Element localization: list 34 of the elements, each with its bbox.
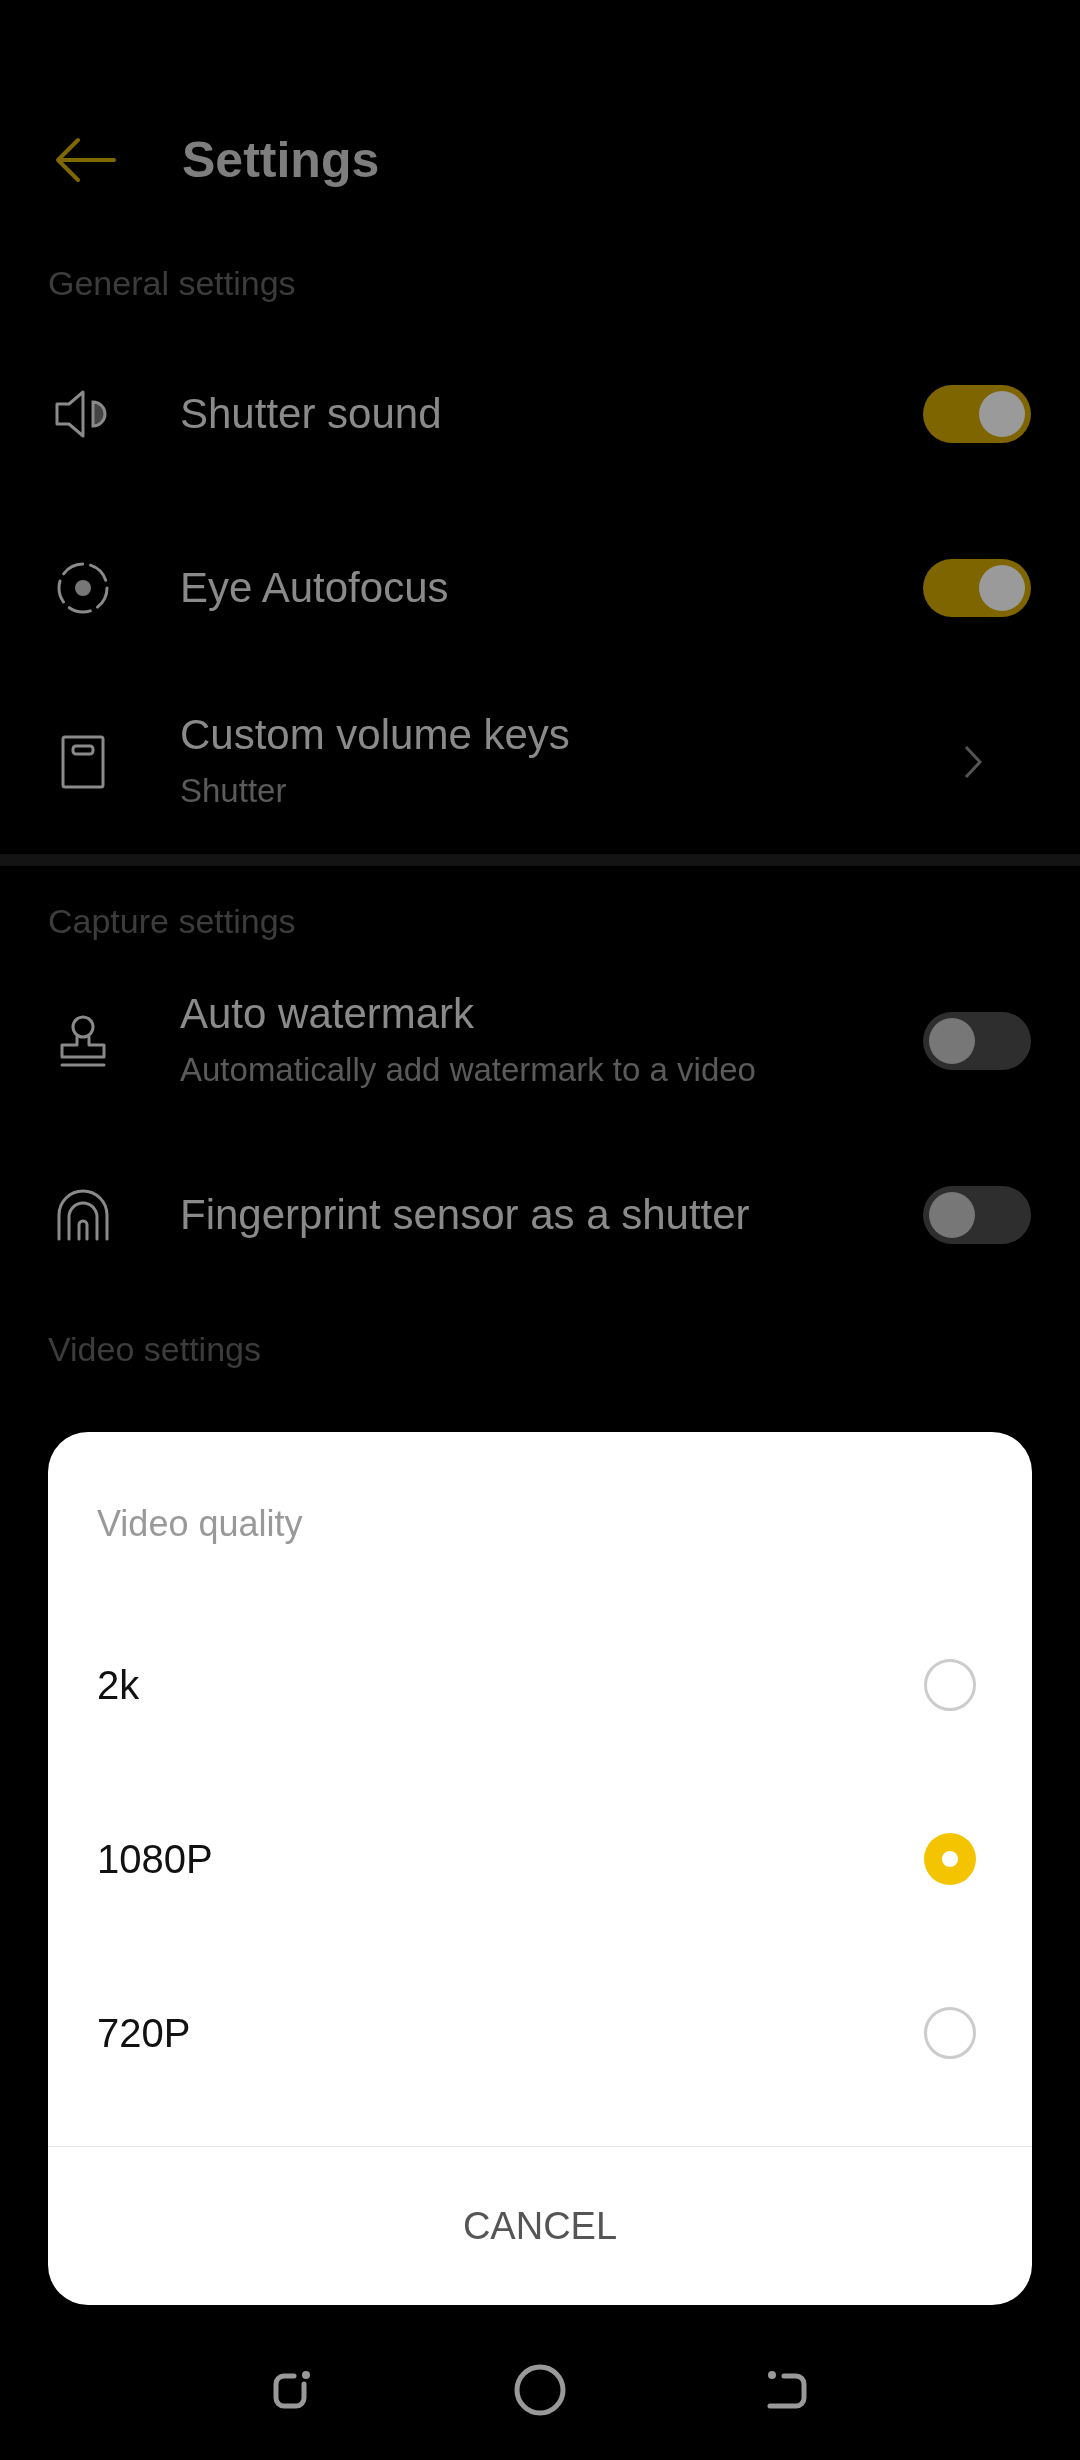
radio-button[interactable] <box>924 1833 976 1885</box>
toggle-switch[interactable] <box>923 385 1031 443</box>
cancel-button[interactable]: CANCEL <box>48 2147 1032 2305</box>
chevron-right-icon <box>963 744 983 780</box>
home-icon[interactable] <box>513 2363 567 2417</box>
setting-title: Eye Autofocus <box>180 562 450 613</box>
focus-icon <box>55 560 111 616</box>
quality-option[interactable]: 1080P <box>48 1772 1032 1946</box>
quality-option[interactable]: 720P <box>48 1946 1032 2120</box>
page-title: Settings <box>182 130 380 190</box>
setting-title: Custom volume keys <box>180 710 571 760</box>
setting-title: Shutter sound <box>180 388 443 439</box>
setting-subtitle: Automatically add watermark to a video <box>180 1049 757 1090</box>
fingerprint-icon <box>56 1187 110 1243</box>
settings-row[interactable]: Auto watermark Automatically add watermark to a video <box>0 954 1080 1128</box>
radio-button[interactable] <box>924 1659 976 1711</box>
settings-row[interactable]: Shutter sound <box>0 327 1080 501</box>
setting-title: Fingerprint sensor as a shutter <box>180 1189 751 1240</box>
settings-row[interactable]: Fingerprint sensor as a shutter <box>0 1128 1080 1302</box>
toggle-switch[interactable] <box>923 559 1031 617</box>
section-header: Video settings <box>48 1328 261 1370</box>
settings-row[interactable]: Custom volume keys Shutter <box>0 675 1080 849</box>
volume-key-icon <box>60 734 106 790</box>
settings-row[interactable]: Eye Autofocus <box>0 501 1080 675</box>
radio-button[interactable] <box>924 2007 976 2059</box>
dialog-title: Video quality <box>97 1502 303 1546</box>
section-header: Capture settings <box>48 900 296 942</box>
option-label: 2k <box>97 1662 140 1709</box>
quality-option[interactable]: 2k <box>48 1598 1032 1772</box>
option-label: 720P <box>97 2010 191 2057</box>
setting-subtitle: Shutter <box>180 770 288 811</box>
setting-title: Auto watermark <box>180 989 476 1039</box>
section-header: General settings <box>48 262 296 304</box>
option-label: 1080P <box>97 1836 213 1883</box>
